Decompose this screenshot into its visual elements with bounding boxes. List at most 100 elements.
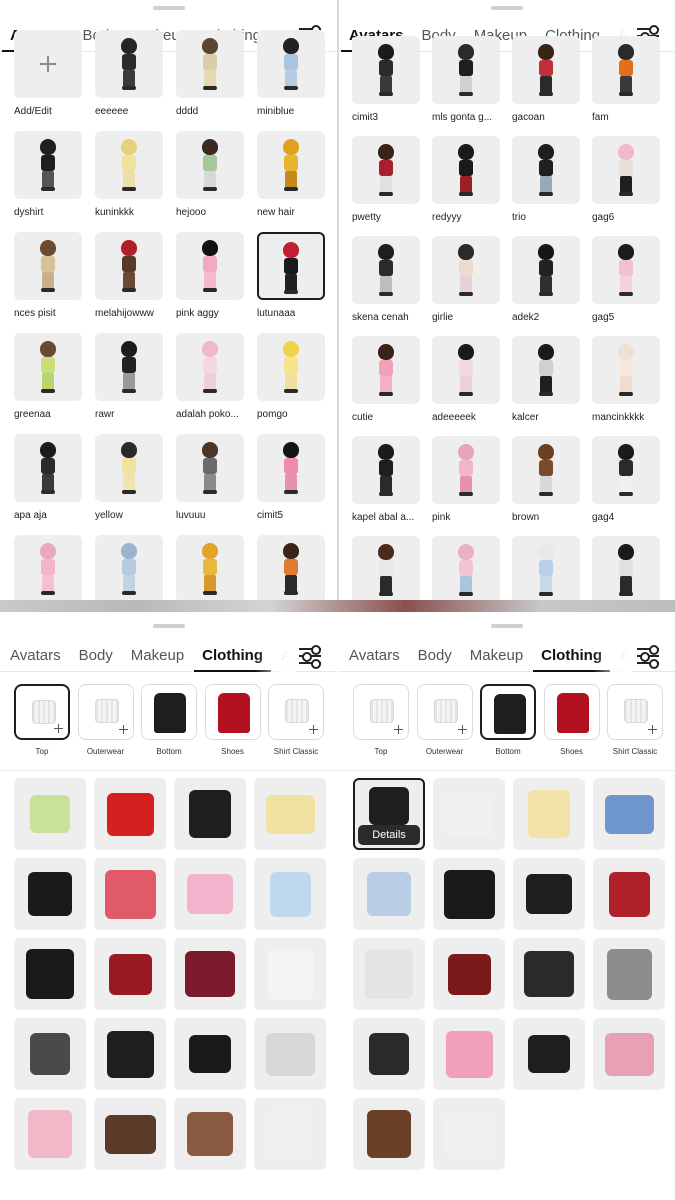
clothing-item[interactable] [593,778,665,850]
clothing-item[interactable] [14,778,86,850]
clothing-item[interactable] [94,778,166,850]
avatar-thumbnail[interactable] [95,232,163,300]
avatar-card[interactable]: fam [592,36,660,123]
category-shoes[interactable]: Shoes [543,684,600,756]
avatar-card[interactable] [95,535,163,600]
avatar-thumbnail[interactable] [512,236,580,304]
avatar-thumbnail[interactable] [176,232,244,300]
avatar-card[interactable] [592,536,660,600]
category-shirt-classic[interactable]: Shirt Classic [607,684,663,756]
clothing-item[interactable] [593,858,665,930]
avatar-card[interactable]: gacoan [512,36,580,123]
avatar-card[interactable] [432,536,500,600]
clothing-item[interactable] [254,858,326,930]
avatar-thumbnail[interactable] [592,436,660,504]
clothing-item[interactable] [94,1098,166,1170]
clothing-item[interactable]: Details [353,778,425,850]
category-thumbnail[interactable] [607,684,663,740]
avatar-card[interactable]: apa aja [14,434,82,521]
avatar-thumbnail[interactable] [14,30,82,98]
avatar-card[interactable]: eeeeee [95,30,163,117]
avatar-thumbnail[interactable] [352,336,420,404]
avatar-card[interactable]: lutunaaa [257,232,325,319]
avatar-card[interactable]: pwetty [352,136,420,223]
avatar-thumbnail[interactable] [352,136,420,204]
avatar-card[interactable]: rawr [95,333,163,420]
avatar-thumbnail[interactable] [14,333,82,401]
clothing-item[interactable] [513,858,585,930]
avatar-card[interactable]: trio [512,136,580,223]
category-thumbnail[interactable] [77,684,134,740]
clothing-item[interactable] [94,1018,166,1090]
clothing-item[interactable] [174,938,246,1010]
avatar-thumbnail[interactable] [95,434,163,502]
category-top[interactable]: Top [14,684,70,756]
category-outerwear[interactable]: Outerwear [77,684,134,756]
clothing-item[interactable] [254,778,326,850]
avatar-thumbnail[interactable] [432,136,500,204]
avatar-card[interactable] [352,536,420,600]
category-outerwear[interactable]: Outerwear [416,684,473,756]
avatar-thumbnail[interactable] [432,536,500,600]
avatar-thumbnail[interactable] [176,434,244,502]
avatar-thumbnail[interactable] [257,30,325,98]
clothing-item[interactable] [14,1018,86,1090]
sheet-handle[interactable] [152,624,185,628]
avatar-thumbnail[interactable] [14,232,82,300]
avatar-thumbnail[interactable] [95,131,163,199]
clothing-item[interactable] [513,778,585,850]
clothing-item[interactable] [433,858,505,930]
add-edit-avatar[interactable]: Add/Edit [14,30,82,117]
category-thumbnail[interactable] [141,684,197,740]
avatar-card[interactable]: nces pisit [14,232,82,319]
avatar-card[interactable] [512,536,580,600]
avatar-thumbnail[interactable] [176,535,244,600]
avatar-thumbnail[interactable] [432,36,500,104]
category-thumbnail[interactable] [480,684,536,740]
filter-icon[interactable] [637,645,659,669]
filter-icon[interactable] [299,645,321,669]
avatar-thumbnail[interactable] [95,333,163,401]
avatar-thumbnail[interactable] [352,436,420,504]
clothing-item[interactable] [433,1098,505,1170]
avatar-card[interactable]: pomgo [257,333,325,420]
avatar-thumbnail[interactable] [257,232,325,300]
avatar-card[interactable]: dyshirt [14,131,82,218]
category-thumbnail[interactable] [268,684,324,740]
avatar-card[interactable]: miniblue [257,30,325,117]
avatar-card[interactable]: greenaa [14,333,82,420]
avatar-card[interactable]: luvuuu [176,434,244,521]
category-thumbnail[interactable] [543,684,600,740]
avatar-thumbnail[interactable] [432,436,500,504]
clothing-item[interactable] [593,938,665,1010]
avatar-card[interactable]: adalah poko... [176,333,244,420]
tab-clothing[interactable]: Clothing [194,647,271,672]
avatar-card[interactable]: kapel abal a... [352,436,420,523]
tab-makeup[interactable]: Makeup [131,647,184,671]
tab-avatars[interactable]: Avatars [349,647,400,671]
category-thumbnail[interactable] [416,684,473,740]
category-thumbnail[interactable] [14,684,70,740]
clothing-item[interactable] [174,1098,246,1170]
clothing-item[interactable] [94,938,166,1010]
sheet-handle[interactable] [491,624,523,628]
avatar-thumbnail[interactable] [352,36,420,104]
avatar-card[interactable] [257,535,325,600]
avatar-thumbnail[interactable] [592,136,660,204]
avatar-card[interactable]: hejooo [176,131,244,218]
avatar-card[interactable]: mls gonta g... [432,36,500,123]
tab-avatars[interactable]: Avatars [10,647,61,671]
avatar-thumbnail[interactable] [352,536,420,600]
clothing-item[interactable] [593,1018,665,1090]
avatar-thumbnail[interactable] [257,434,325,502]
avatar-thumbnail[interactable] [257,333,325,401]
clothing-item[interactable] [433,938,505,1010]
clothing-item[interactable] [513,938,585,1010]
avatar-card[interactable] [176,535,244,600]
avatar-thumbnail[interactable] [176,131,244,199]
avatar-card[interactable]: dddd [176,30,244,117]
avatar-card[interactable]: gag6 [592,136,660,223]
avatar-card[interactable]: kalcer [512,336,580,423]
clothing-item[interactable] [174,1018,246,1090]
avatar-card[interactable]: cimit3 [352,36,420,123]
